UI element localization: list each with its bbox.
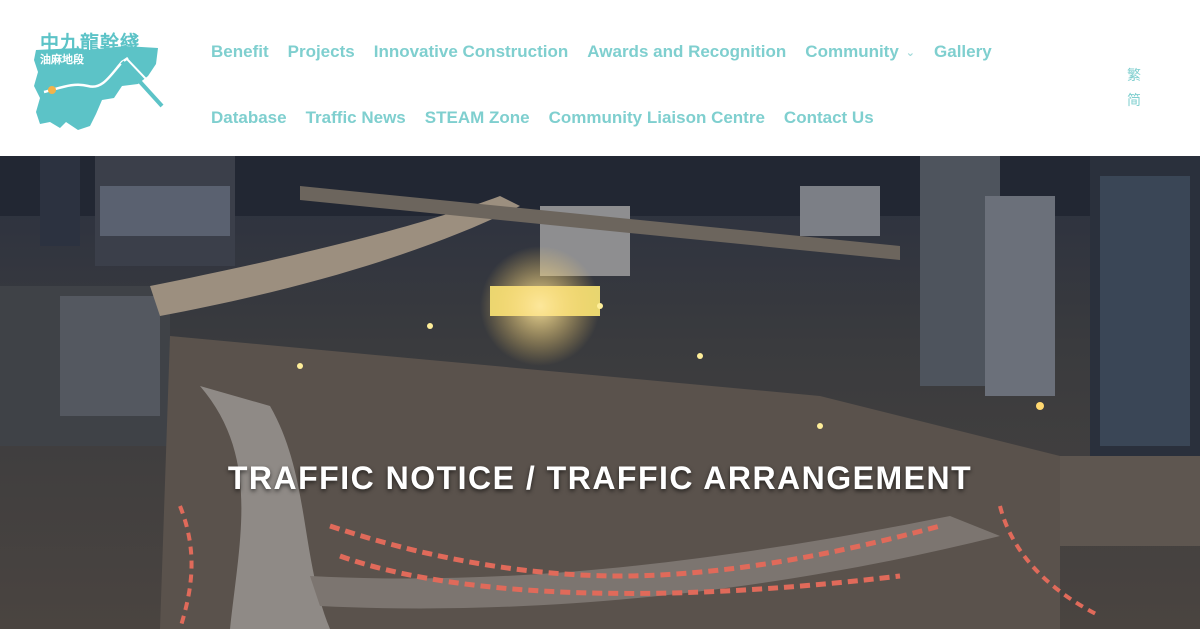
nav-awards-recognition[interactable]: Awards and Recognition bbox=[587, 42, 786, 62]
lang-traditional-chinese[interactable]: 繁 bbox=[1125, 65, 1143, 85]
nav-projects[interactable]: Projects bbox=[288, 42, 355, 62]
nav-contact-us[interactable]: Contact Us bbox=[784, 108, 874, 128]
site-logo[interactable]: 中九龍幹綫 油麻地段 bbox=[30, 26, 170, 134]
lang-simplified-chinese[interactable]: 简 bbox=[1125, 90, 1143, 110]
nav-traffic-news[interactable]: Traffic News bbox=[306, 108, 406, 128]
hero-banner: TRAFFIC NOTICE / TRAFFIC ARRANGEMENT bbox=[0, 156, 1200, 629]
site-header: 中九龍幹綫 油麻地段 Benefit Projects Innovative C… bbox=[0, 0, 1200, 156]
nav-database[interactable]: Database bbox=[211, 108, 287, 128]
main-nav-row-1: Benefit Projects Innovative Construction… bbox=[211, 42, 1011, 62]
logo-subtitle: 油麻地段 bbox=[40, 53, 84, 66]
nav-benefit[interactable]: Benefit bbox=[211, 42, 269, 62]
nav-innovative-construction[interactable]: Innovative Construction bbox=[374, 42, 569, 62]
hero-background-photo bbox=[0, 156, 1200, 629]
main-nav-row-2: Database Traffic News STEAM Zone Communi… bbox=[211, 108, 893, 128]
nav-gallery[interactable]: Gallery bbox=[934, 42, 992, 62]
hero-title: TRAFFIC NOTICE / TRAFFIC ARRANGEMENT bbox=[227, 460, 973, 496]
nav-steam-zone[interactable]: STEAM Zone bbox=[425, 108, 530, 128]
nav-community[interactable]: Community ⌄ bbox=[805, 42, 915, 62]
nav-community-label: Community bbox=[805, 42, 899, 61]
nav-community-liaison-centre[interactable]: Community Liaison Centre bbox=[549, 108, 765, 128]
chevron-down-icon: ⌄ bbox=[905, 47, 916, 59]
